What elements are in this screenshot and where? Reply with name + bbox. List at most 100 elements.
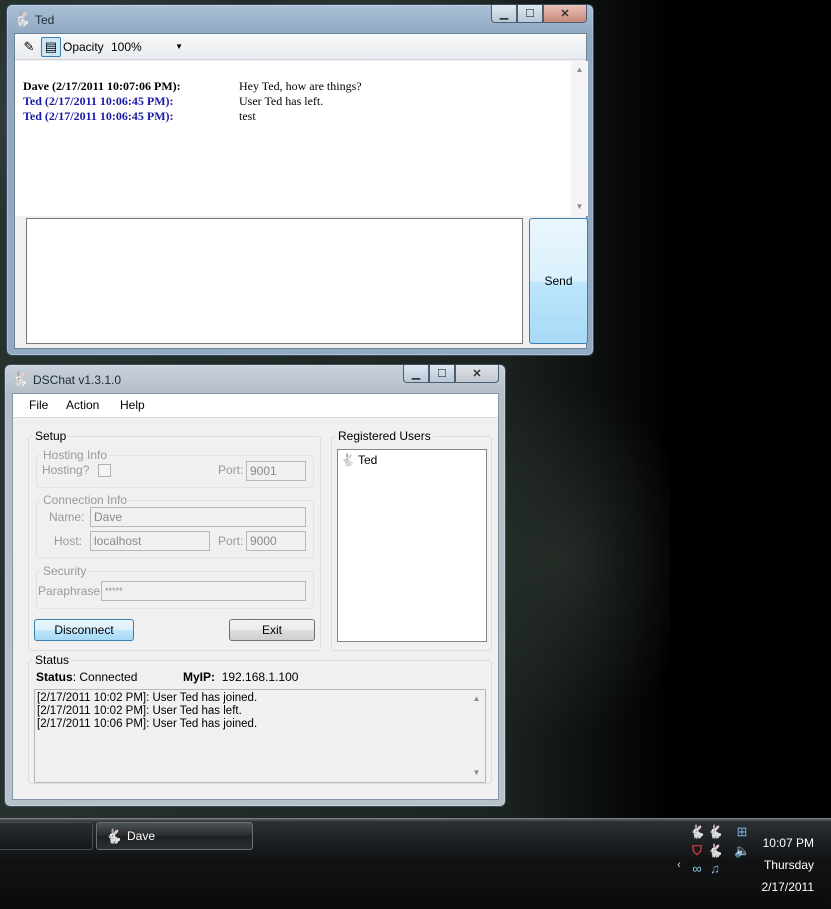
taskbar-item-dave[interactable]: 🐇 Dave: [96, 822, 253, 850]
registered-users-list[interactable]: 🐇 Ted: [337, 449, 487, 642]
name-field[interactable]: Dave: [90, 507, 306, 527]
log-line: [2/17/2011 10:02 PM]: User Ted has left.: [37, 705, 242, 717]
host-field[interactable]: localhost: [90, 531, 210, 551]
close-button[interactable]: ✕: [455, 365, 499, 383]
hosting-port-label: Port:: [218, 463, 244, 477]
message-text: test: [239, 109, 256, 123]
maximize-button[interactable]: ☐: [517, 5, 543, 23]
message-sender: Ted (2/17/2011 10:06:45 PM):: [23, 94, 174, 108]
hosting-port-field[interactable]: 9001: [246, 461, 306, 481]
dropdown-arrow-icon: ▼: [175, 42, 183, 51]
disconnect-button[interactable]: Disconnect: [34, 619, 134, 641]
status-value: : Connected: [72, 670, 138, 684]
bunny-icon[interactable]: 🐇: [689, 824, 705, 840]
clock-time[interactable]: 10:07 PM: [763, 836, 814, 850]
hosting-checkbox[interactable]: [98, 464, 111, 477]
volume-icon[interactable]: 🔈: [734, 843, 750, 859]
minimize-button[interactable]: ▁: [491, 5, 517, 23]
save-log-button[interactable]: ▤: [41, 37, 61, 57]
myip-value: 192.168.1.100: [221, 670, 299, 684]
save-log-icon: ▤: [44, 39, 58, 54]
status-label: Status: [36, 670, 73, 684]
antivirus-shield-icon[interactable]: ⛉: [689, 843, 705, 859]
send-button[interactable]: Send: [529, 218, 588, 344]
message-sender: Dave (2/17/2011 10:07:06 PM):: [23, 79, 181, 93]
message-text: User Ted has left.: [239, 94, 324, 108]
paraphrase-label: Paraphrase:: [38, 584, 104, 598]
connection-info-group: Connection Info Name: Dave Host: localho…: [36, 493, 314, 558]
status-line: Status: Connected: [36, 670, 137, 684]
bunny-icon: 🐇: [105, 828, 123, 844]
main-titlebar[interactable]: 🐇 DSChat v1.3.1.0 ▁ ☐ ✕: [5, 365, 505, 393]
close-icon: ✕: [560, 8, 570, 20]
eraser-button[interactable]: ✎: [19, 37, 39, 57]
bunny-icon: 🐇: [13, 11, 31, 27]
bunny-icon: 🐇: [11, 371, 29, 387]
close-icon: ✕: [472, 368, 482, 380]
security-group: Security Paraphrase: *****: [36, 564, 314, 609]
log-line: [2/17/2011 10:02 PM]: User Ted has joine…: [37, 692, 258, 704]
opacity-dropdown[interactable]: 100% ▼: [110, 38, 185, 56]
scroll-down-icon[interactable]: ▼: [468, 766, 485, 780]
opacity-value: 100%: [111, 40, 142, 54]
status-log[interactable]: [2/17/2011 10:02 PM]: User Ted has joine…: [34, 689, 486, 783]
bunny-icon[interactable]: 🐇: [707, 843, 723, 859]
menu-help[interactable]: Help: [120, 398, 145, 412]
setup-group: Setup Hosting Info Hosting? Port: 9001 C…: [28, 429, 321, 651]
menu-file[interactable]: File: [29, 398, 48, 412]
device-icon[interactable]: ♫: [707, 861, 723, 877]
setup-legend: Setup: [33, 429, 69, 443]
chat-history-scrollbar[interactable]: ▲ ▼: [571, 61, 588, 216]
chat-history[interactable]: Dave (2/17/2011 10:07:06 PM): Hey Ted, h…: [15, 61, 588, 216]
close-button[interactable]: ✕: [543, 5, 587, 23]
scroll-up-icon[interactable]: ▲: [571, 63, 588, 77]
message-input[interactable]: [26, 218, 523, 344]
connection-icon[interactable]: ∞: [689, 861, 705, 877]
network-icon[interactable]: ⊞: [734, 824, 750, 840]
minimize-button[interactable]: ▁: [403, 365, 429, 383]
registered-users-legend: Registered Users: [336, 429, 433, 443]
message-text: Hey Ted, how are things?: [239, 79, 362, 93]
bunny-icon[interactable]: 🐇: [707, 824, 723, 840]
chat-toolbar: ✎ ▤ Opacity 100% ▼: [15, 34, 586, 60]
menu-bar: File Action Help: [13, 394, 498, 418]
status-log-scrollbar[interactable]: ▲ ▼: [468, 690, 485, 782]
quick-launch-area[interactable]: [0, 822, 93, 850]
clock-date[interactable]: 2/17/2011: [762, 880, 815, 894]
exit-button[interactable]: Exit: [229, 619, 315, 641]
host-label: Host:: [54, 534, 83, 548]
myip-label: MyIP:: [183, 670, 216, 684]
clock-day[interactable]: Thursday: [764, 858, 814, 872]
message-sender: Ted (2/17/2011 10:06:45 PM):: [23, 109, 174, 123]
eraser-icon: ✎: [23, 39, 35, 54]
opacity-label: Opacity: [63, 40, 104, 54]
maximize-icon: ☐: [437, 368, 447, 380]
name-label: Name:: [49, 510, 85, 524]
dschat-main-window: 🐇 DSChat v1.3.1.0 ▁ ☐ ✕ File Action Help…: [4, 364, 506, 807]
scroll-down-icon[interactable]: ▼: [571, 200, 588, 214]
chat-titlebar[interactable]: 🐇 Ted ▁ ☐ ✕: [7, 5, 593, 33]
list-item[interactable]: 🐇 Ted: [340, 452, 378, 468]
log-line: [2/17/2011 10:06 PM]: User Ted has joine…: [37, 718, 258, 730]
taskbar-item-label: Dave: [127, 829, 156, 843]
menu-action[interactable]: Action: [66, 398, 99, 412]
maximize-icon: ☐: [525, 8, 535, 20]
registered-users-group: Registered Users 🐇 Ted: [331, 429, 492, 651]
bunny-icon: 🐇: [340, 453, 356, 467]
scroll-up-icon[interactable]: ▲: [468, 692, 485, 706]
minimize-icon: ▁: [499, 8, 509, 20]
show-hidden-icons-chevron-icon[interactable]: ‹: [671, 857, 687, 873]
hosting-info-group: Hosting Info Hosting? Port: 9001: [36, 448, 314, 488]
hosting-info-legend: Hosting Info: [41, 448, 110, 462]
myip-line: MyIP: 192.168.1.100: [183, 670, 298, 684]
connection-info-legend: Connection Info: [41, 493, 130, 507]
chat-window-title: Ted: [35, 13, 55, 27]
main-client-area: File Action Help Setup Hosting Info Host…: [12, 393, 499, 800]
main-window-title: DSChat v1.3.1.0: [33, 373, 122, 387]
connection-port-field[interactable]: 9000: [246, 531, 306, 551]
paraphrase-field[interactable]: *****: [101, 581, 306, 601]
maximize-button[interactable]: ☐: [429, 365, 455, 383]
minimize-icon: ▁: [411, 368, 421, 380]
status-group: Status Status: Connected MyIP: 192.168.1…: [28, 653, 492, 784]
chat-window: 🐇 Ted ▁ ☐ ✕ ✎ ▤ Opacity 100% ▼ Dave (2/1…: [6, 4, 594, 356]
